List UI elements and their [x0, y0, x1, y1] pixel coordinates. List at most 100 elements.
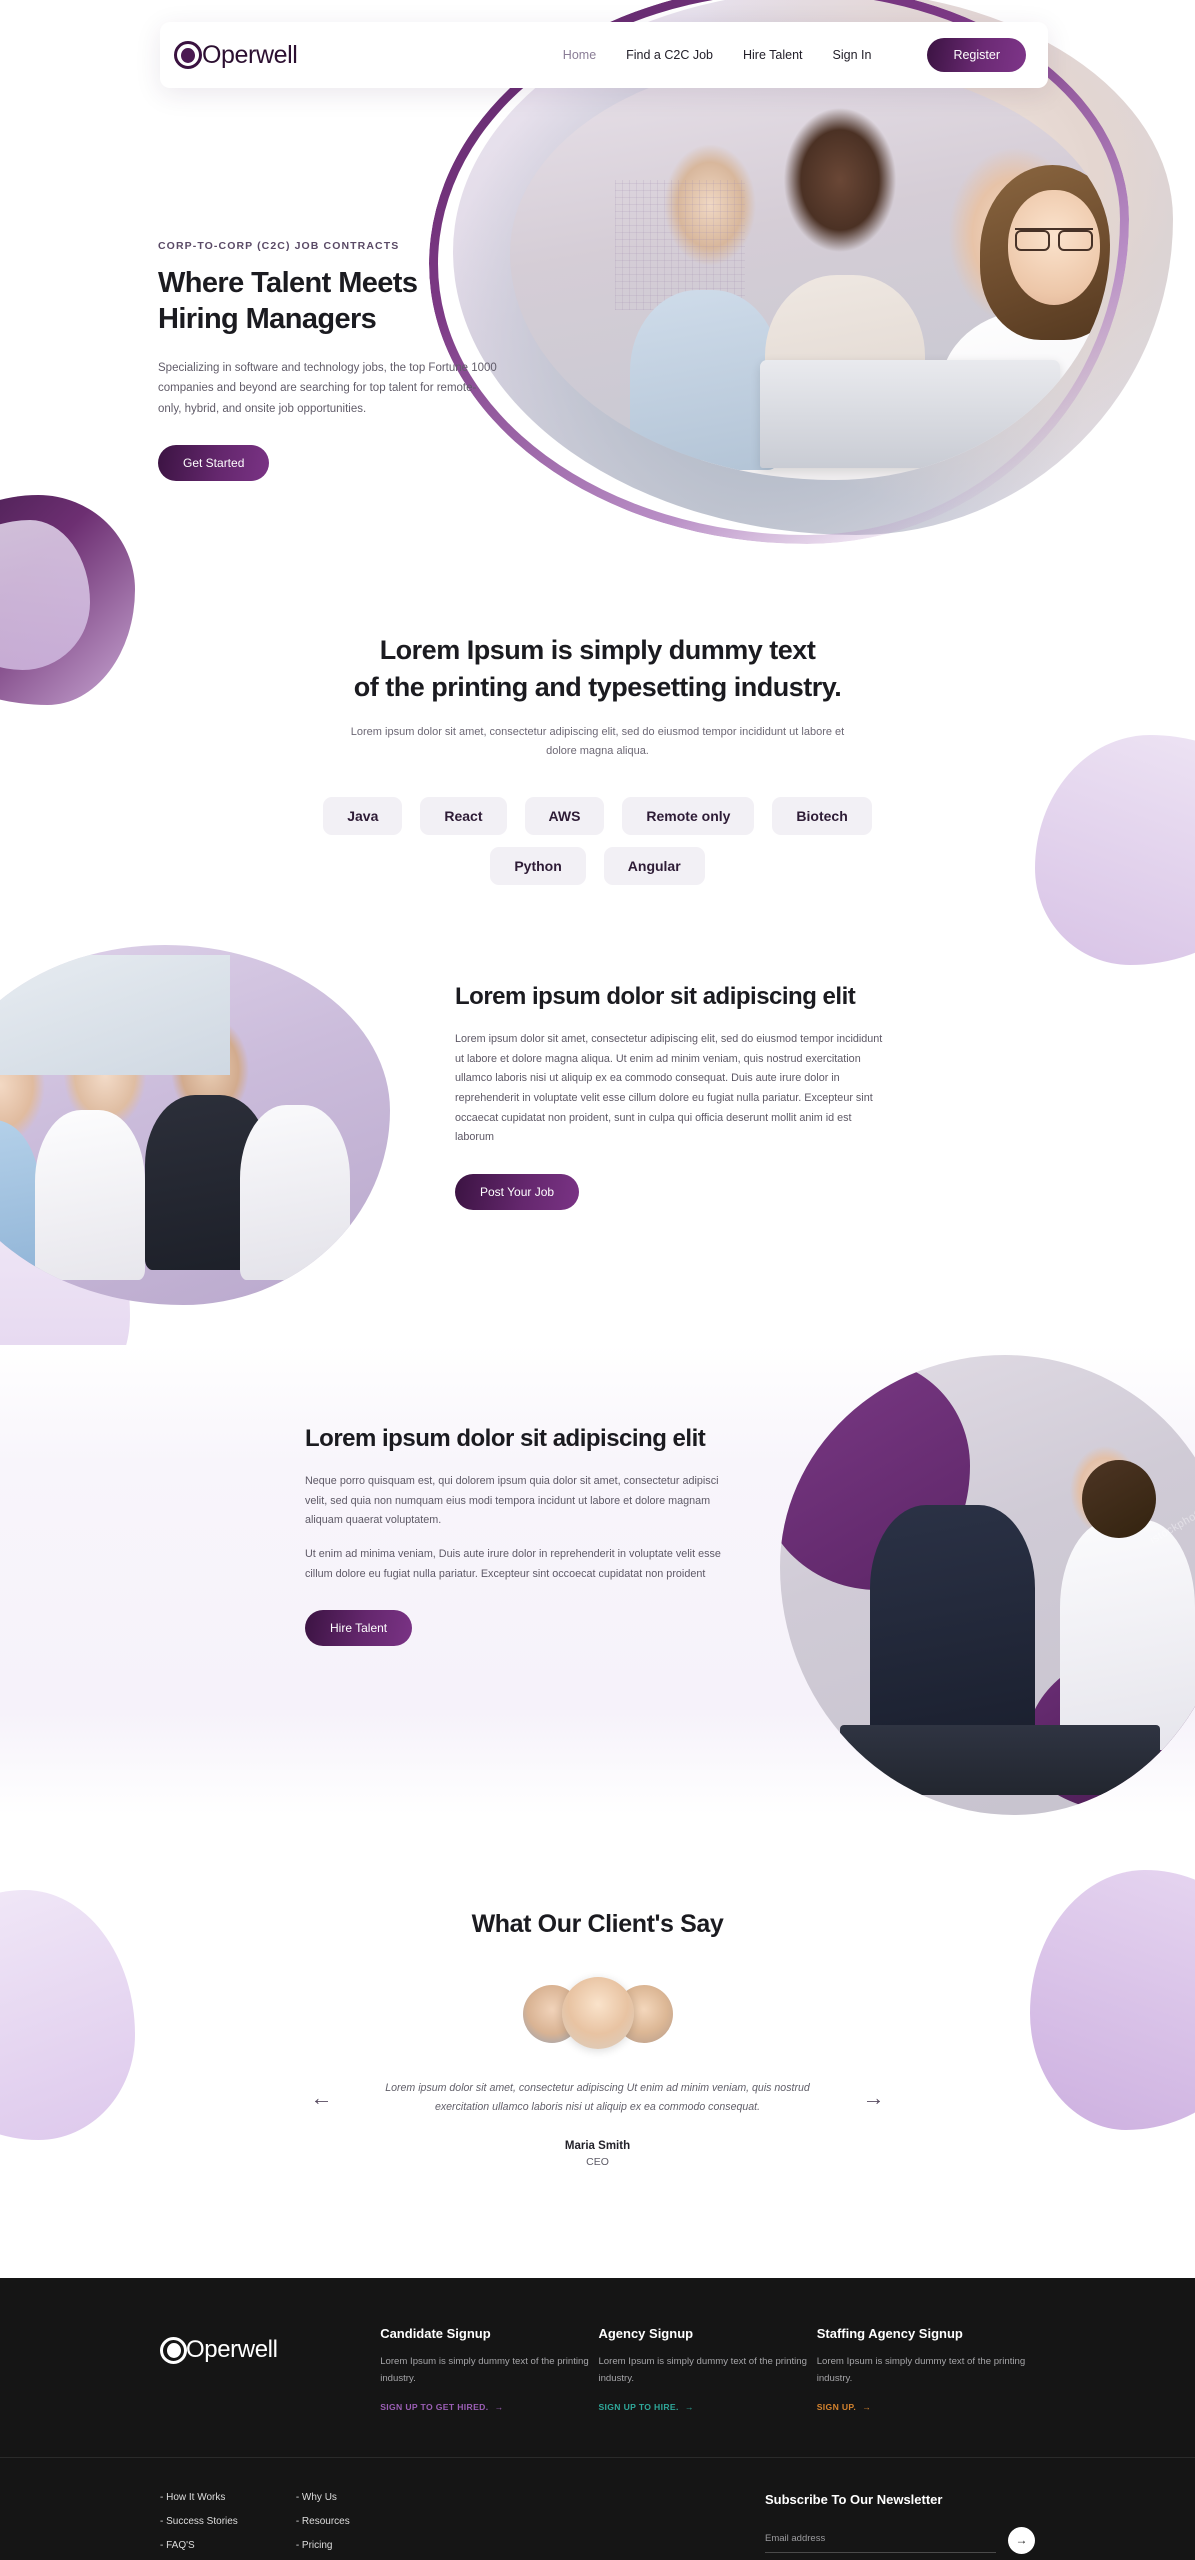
staffing-signup-text: Lorem Ipsum is simply dummy text of the … — [816, 2356, 1026, 2384]
footer-link-pricing[interactable]: - Pricing — [296, 2540, 350, 2551]
footer-signup-row: Operwell Candidate Signup Lorem Ipsum is… — [0, 2278, 1195, 2457]
site-footer: Operwell Candidate Signup Lorem Ipsum is… — [0, 2278, 1195, 2560]
hero-eyebrow: CORP-TO-CORP (C2C) JOB CONTRACTS — [158, 240, 400, 252]
post-job-paragraph: Lorem ipsum dolor sit amet, consectetur … — [455, 1033, 883, 1144]
staffing-signup-link[interactable]: SIGN UP. → — [817, 2402, 871, 2412]
register-button[interactable]: Register — [927, 38, 1026, 72]
nav-item-sign-in[interactable]: Sign In — [833, 48, 872, 62]
hire-talent-paragraph-1: Neque porro quisquam est, qui dolorem ip… — [305, 1475, 719, 1527]
handshake-person-left — [870, 1504, 1035, 1750]
footer-staffing-agency-signup: Staffing Agency Signup Lorem Ipsum is si… — [817, 2326, 1035, 2415]
footer-brand: Operwell — [160, 2326, 380, 2415]
testimonial-author-name: Maria Smith — [564, 2140, 631, 2152]
staffing-signup-link-label: SIGN UP. — [816, 2401, 857, 2412]
testimonial-carousel: ← Lorem ipsum dolor sit amet, consectetu… — [0, 2079, 1195, 2118]
post-job-section: Lorem ipsum dolor sit adipiscing elit Lo… — [0, 944, 1195, 1305]
post-job-image — [0, 944, 390, 1305]
tag-angular[interactable]: Angular — [603, 846, 705, 885]
handshake-person-right-hair — [1082, 1459, 1156, 1538]
carousel-next-arrow-right-icon[interactable]: → — [853, 2083, 895, 2113]
features-subtitle: Lorem ipsum dolor sit amet, consectetur … — [350, 726, 845, 758]
arrow-right-icon: → — [862, 2401, 872, 2412]
testimonial-quote: Lorem ipsum dolor sit amet, consectetur … — [385, 2081, 810, 2114]
hero-copy: CORP-TO-CORP (C2C) JOB CONTRACTS Where T… — [158, 240, 518, 482]
agency-signup-title: Agency Signup — [598, 2326, 694, 2341]
newsletter-email-input[interactable] — [765, 2527, 996, 2554]
team-person-2 — [35, 1109, 145, 1280]
newsletter-submit-arrow-right-icon[interactable]: → — [1008, 2526, 1035, 2554]
tag-react[interactable]: React — [420, 796, 507, 835]
candidate-signup-title: Candidate Signup — [380, 2326, 491, 2341]
logo-ring-icon — [174, 41, 202, 69]
candidate-signup-text: Lorem Ipsum is simply dummy text of the … — [380, 2356, 589, 2384]
tag-python[interactable]: Python — [490, 846, 586, 885]
avatar-active — [561, 1976, 634, 2049]
staffing-signup-title: Staffing Agency Signup — [816, 2326, 963, 2341]
post-your-job-button[interactable]: Post Your Job — [455, 1173, 580, 1210]
agency-signup-link[interactable]: SIGN UP TO HIRE. → — [598, 2402, 693, 2412]
candidate-signup-link[interactable]: SIGN UP TO GET HIRED. → — [380, 2402, 503, 2412]
footer-candidate-signup: Candidate Signup Lorem Ipsum is simply d… — [380, 2326, 598, 2415]
hero-title-line-1: Where Talent Meets — [158, 267, 418, 299]
footer-link-why-us[interactable]: - Why Us — [296, 2492, 350, 2503]
tag-remote-only[interactable]: Remote only — [622, 796, 755, 835]
brand-name: Operwell — [202, 40, 298, 69]
hire-talent-paragraph-2: Ut enim ad minima veniam, Duis aute irur… — [305, 1547, 721, 1580]
features-title-line-1: Lorem Ipsum is simply dummy text — [379, 635, 816, 665]
arrow-right-icon: → — [684, 2401, 694, 2412]
main-navbar: Operwell Home Find a C2C Job Hire Talent… — [160, 22, 1048, 88]
footer-link-resources[interactable]: - Resources — [296, 2516, 350, 2527]
team-person-1 — [0, 1119, 40, 1290]
arrow-right-icon: → — [494, 2401, 504, 2412]
candidate-signup-link-label: SIGN UP TO GET HIRED. — [380, 2401, 489, 2412]
footer-link-success-stories[interactable]: - Success Stories — [160, 2516, 238, 2527]
features-title-line-2: of the printing and typesetting industry… — [353, 671, 842, 702]
carousel-prev-arrow-left-icon[interactable]: ← — [301, 2083, 343, 2113]
office-window — [0, 954, 230, 1075]
newsletter-heading: Subscribe To Our Newsletter — [765, 2491, 943, 2507]
nav-item-find-a-c2c-job[interactable]: Find a C2C Job — [626, 48, 713, 62]
desk-laptop — [840, 1724, 1160, 1795]
nav-item-hire-talent[interactable]: Hire Talent — [743, 48, 803, 62]
hire-talent-button[interactable]: Hire Talent — [305, 1610, 413, 1647]
handshake-person-right — [1060, 1519, 1195, 1750]
footer-bottom-row: - How It Works - Success Stories - FAQ'S… — [0, 2456, 1195, 2560]
footer-logo-ring-icon — [160, 2336, 187, 2364]
footer-links: - How It Works - Success Stories - FAQ'S… — [160, 2492, 420, 2560]
tag-biotech[interactable]: Biotech — [772, 796, 872, 835]
agency-signup-text: Lorem Ipsum is simply dummy text of the … — [598, 2356, 807, 2384]
brand-logo[interactable]: Operwell — [174, 40, 298, 70]
footer-brand-name: Operwell — [186, 2336, 278, 2363]
footer-logo[interactable]: Operwell — [160, 2336, 380, 2364]
post-job-title: Lorem ipsum dolor sit adipiscing elit — [455, 982, 856, 1010]
hero-title: Where Talent Meets Hiring Managers — [158, 266, 518, 338]
tag-java[interactable]: Java — [323, 796, 403, 835]
hero-section: Operwell Home Find a C2C Job Hire Talent… — [0, 0, 1195, 560]
hero-title-line-2: Hiring Managers — [158, 302, 377, 335]
hire-talent-copy: Lorem ipsum dolor sit adipiscing elit Ne… — [305, 1423, 725, 1647]
hero-subtitle: Specializing in software and technology … — [158, 361, 497, 415]
testimonial-author-role: CEO — [586, 2156, 609, 2168]
footer-link-how-it-works[interactable]: - How It Works — [160, 2492, 238, 2503]
nav-item-home[interactable]: Home — [563, 48, 596, 62]
footer-agency-signup: Agency Signup Lorem Ipsum is simply dumm… — [598, 2326, 816, 2415]
hire-talent-image: istockphoto istock — [780, 1354, 1195, 1815]
nav-links: Home Find a C2C Job Hire Talent Sign In … — [563, 38, 1026, 72]
footer-links-and-copyright: - How It Works - Success Stories - FAQ'S… — [160, 2492, 420, 2560]
landing-page: Operwell Home Find a C2C Job Hire Talent… — [0, 0, 1195, 2560]
footer-link-faqs[interactable]: - FAQ'S — [160, 2540, 238, 2551]
newsletter-section: Subscribe To Our Newsletter → G+ — [765, 2492, 1035, 2560]
tag-list: Java React AWS Remote only Biotech Pytho… — [318, 796, 878, 885]
features-section: Lorem Ipsum is simply dummy text of the … — [0, 560, 1195, 885]
testimonials-section: What Our Client's Say ← Lorem ipsum dolo… — [0, 1815, 1195, 2168]
testimonial-avatars — [522, 1976, 673, 2049]
footer-links-column-1: - How It Works - Success Stories - FAQ'S — [160, 2492, 238, 2560]
team-person-4 — [240, 1104, 350, 1280]
newsletter-form: → — [765, 2526, 1035, 2554]
post-job-copy: Lorem ipsum dolor sit adipiscing elit Lo… — [455, 981, 885, 1210]
tag-aws[interactable]: AWS — [524, 796, 605, 835]
testimonials-heading: What Our Client's Say — [471, 1909, 724, 1938]
hire-talent-section: Lorem ipsum dolor sit adipiscing elit Ne… — [0, 1344, 1195, 1815]
get-started-button[interactable]: Get Started — [158, 445, 270, 482]
features-title: Lorem Ipsum is simply dummy text of the … — [0, 632, 1195, 705]
